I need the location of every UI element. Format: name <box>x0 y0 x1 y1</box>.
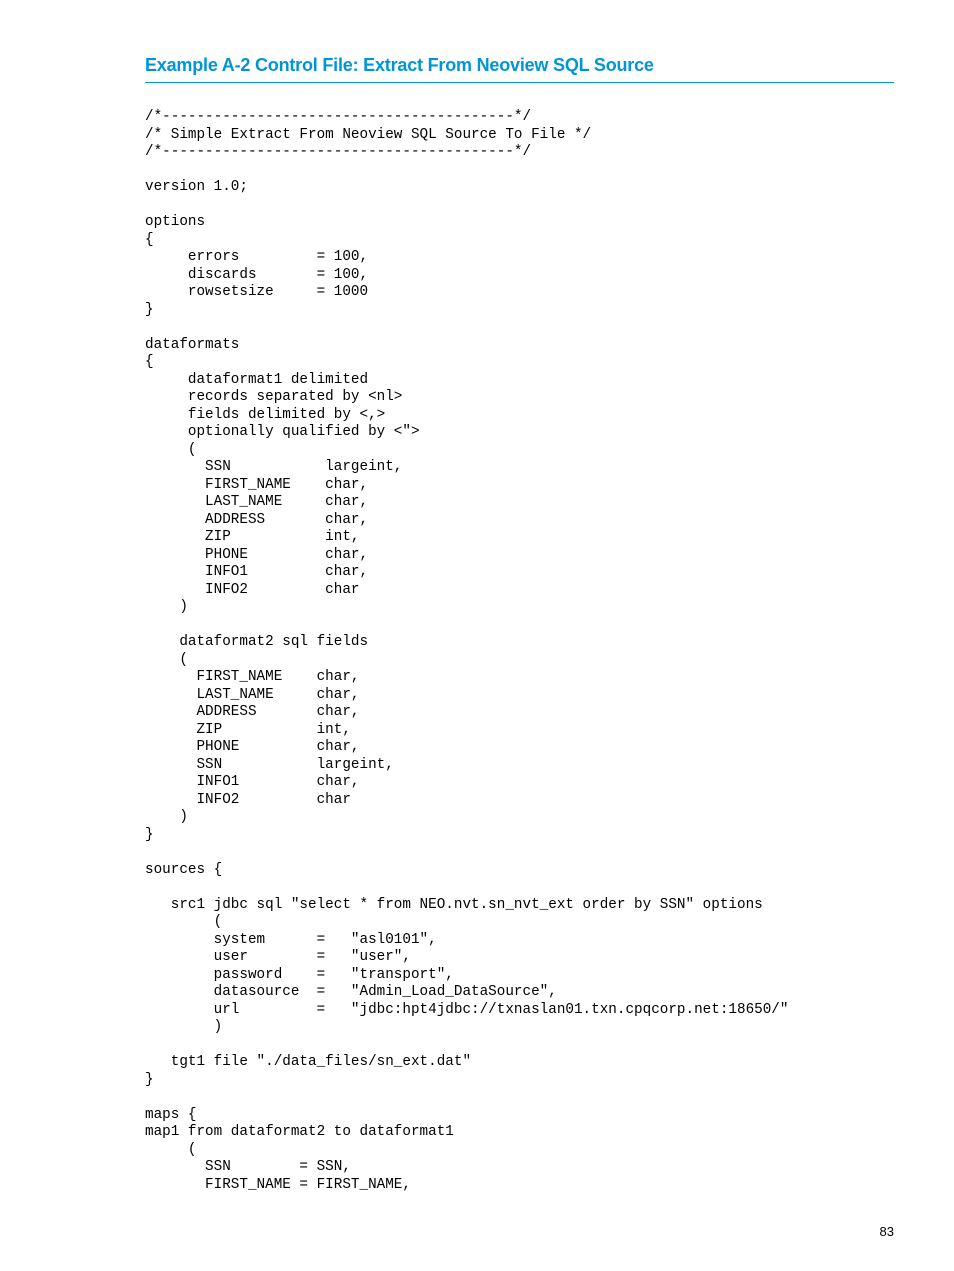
code-block: /*--------------------------------------… <box>145 109 894 1194</box>
page-number: 83 <box>880 1224 894 1239</box>
page-container: Example A-2 Control File: Extract From N… <box>0 0 954 1271</box>
example-heading: Example A-2 Control File: Extract From N… <box>145 55 894 83</box>
